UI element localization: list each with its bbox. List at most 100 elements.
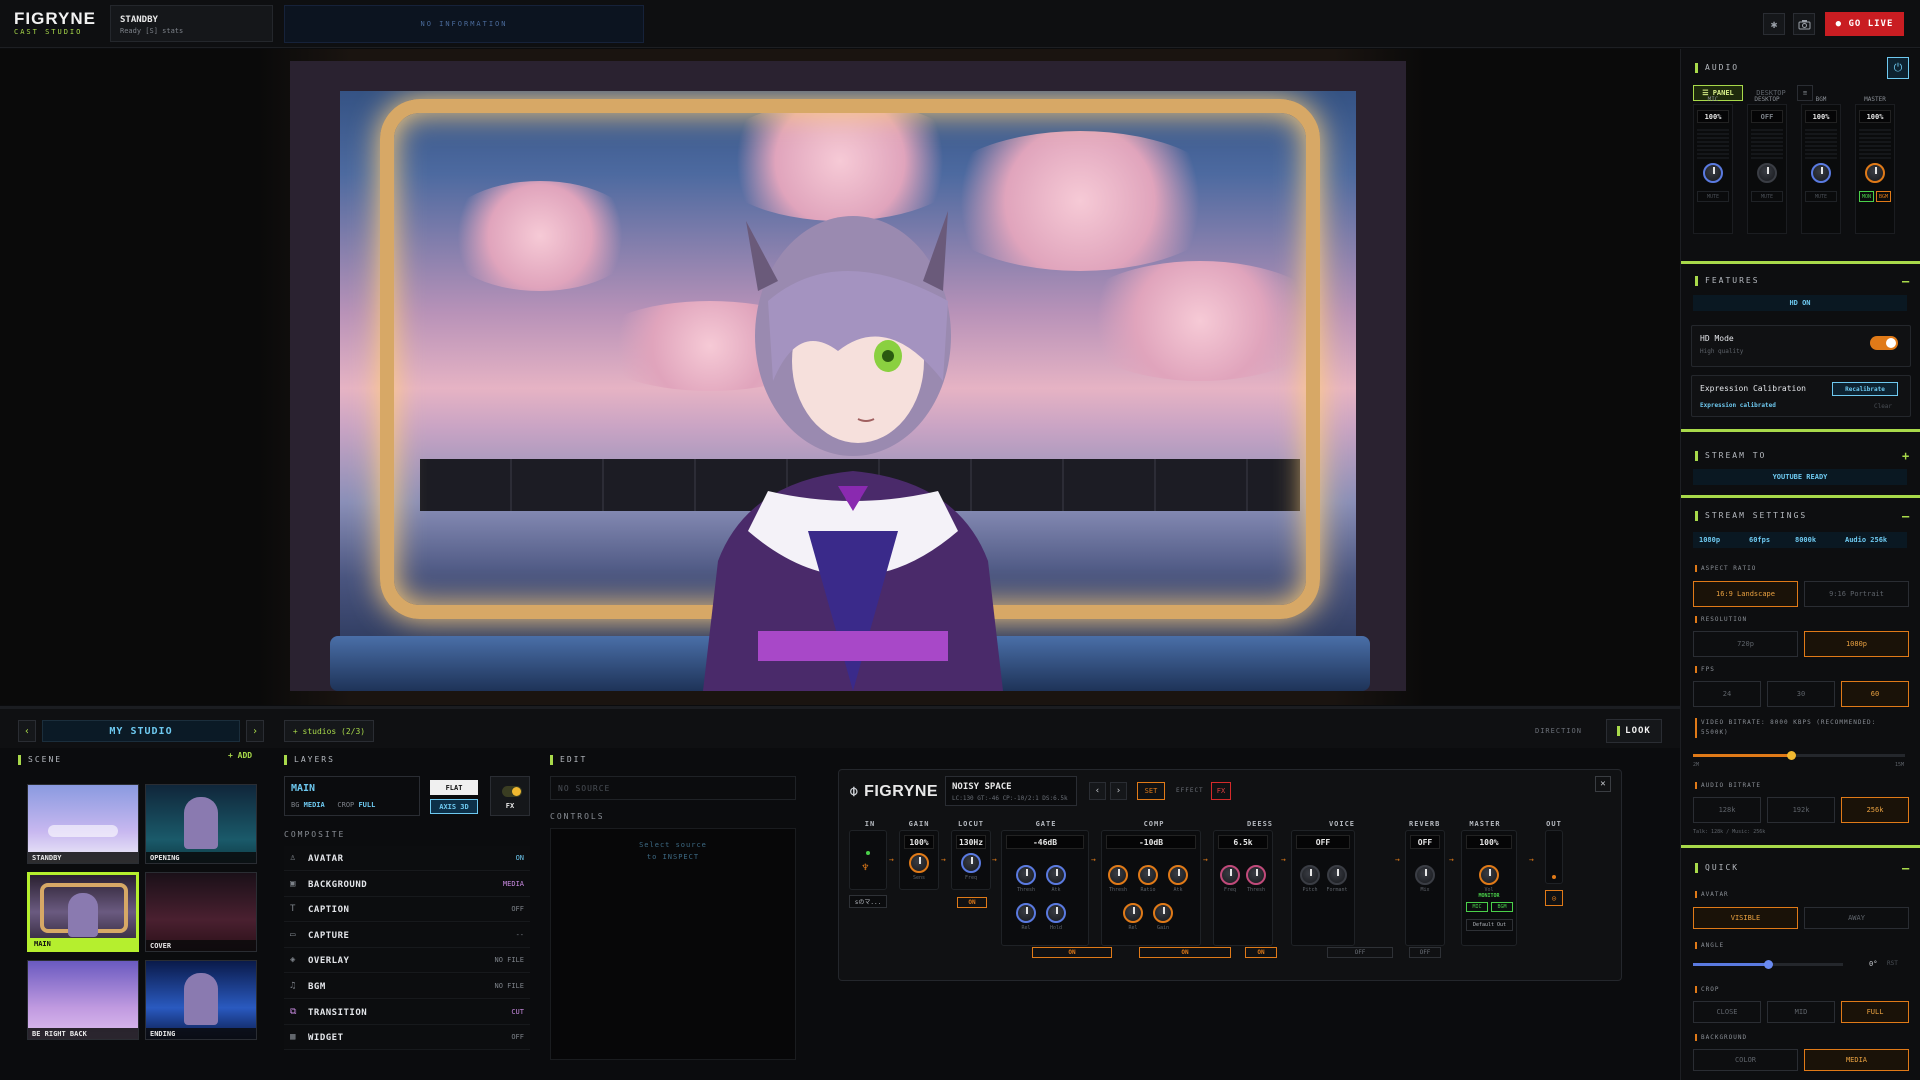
look-button[interactable]: LOOK: [1606, 719, 1662, 743]
fx-comp-value[interactable]: -10dB: [1106, 835, 1196, 849]
fx-voice-value[interactable]: OFF: [1296, 835, 1350, 849]
composite-row-overlay[interactable]: ◈ OVERLAY NO FILE: [284, 948, 530, 974]
composite-row-bgm[interactable]: ♫ BGM NO FILE: [284, 974, 530, 999]
resolution-720p-option[interactable]: 720p: [1693, 631, 1798, 657]
fx-toggle[interactable]: FX: [490, 776, 530, 816]
composite-row-transition[interactable]: ⧉ TRANSITION CUT: [284, 999, 530, 1025]
scene-card-opening[interactable]: OPENING: [145, 784, 257, 864]
fx-gate-value[interactable]: -46dB: [1006, 835, 1084, 849]
angle-reset-button[interactable]: RST: [1887, 960, 1898, 967]
mute-button[interactable]: MUTE: [1805, 191, 1837, 202]
fps-24-option[interactable]: 24: [1693, 681, 1761, 707]
mute-button[interactable]: MUTE: [1697, 191, 1729, 202]
fx-comp-rel-knob[interactable]: [1123, 903, 1143, 923]
audio-128k-option[interactable]: 128k: [1693, 797, 1761, 823]
resolution-1080p-option[interactable]: 1080p: [1804, 631, 1909, 657]
composite-row-avatar[interactable]: ♙ AVATAR ON: [284, 846, 530, 871]
fx-prev-preset-button[interactable]: ‹: [1089, 782, 1106, 800]
stream-destination-status[interactable]: YOUTUBE READY: [1693, 469, 1907, 485]
add-scene-button[interactable]: + ADD: [228, 751, 252, 760]
source-selector[interactable]: NO SOURCE: [550, 776, 796, 800]
scene-card-standby[interactable]: STANDBY: [27, 784, 139, 864]
fx-reverb-toggle[interactable]: OFF: [1409, 947, 1441, 958]
angle-slider-thumb[interactable]: [1764, 960, 1773, 969]
composite-row-background[interactable]: ▣ BACKGROUND MEDIA: [284, 871, 530, 897]
audio-256k-option[interactable]: 256k: [1841, 797, 1909, 823]
main-layer-card[interactable]: MAIN BG MEDIA CROP FULL: [284, 776, 420, 816]
fx-voice-formant-knob[interactable]: [1327, 865, 1347, 885]
fx-comp-gain-knob[interactable]: [1153, 903, 1173, 923]
fx-monitor-mic-button[interactable]: MIC: [1466, 902, 1488, 912]
background-color-option[interactable]: COLOR: [1693, 1049, 1798, 1071]
channel-volume[interactable]: 100%: [1859, 110, 1891, 123]
fx-gate-atk-knob[interactable]: [1046, 865, 1066, 885]
fx-output-device[interactable]: Default Out: [1466, 919, 1513, 931]
mute-button[interactable]: MUTE: [1751, 191, 1783, 202]
fx-master-vol-knob[interactable]: [1479, 865, 1499, 885]
avatar-visible-option[interactable]: VISIBLE: [1693, 907, 1798, 929]
fx-gate-hold-knob[interactable]: [1046, 903, 1066, 923]
fps-60-option[interactable]: 60: [1841, 681, 1909, 707]
fx-gain-value[interactable]: 100%: [904, 835, 934, 849]
bitrate-slider-thumb[interactable]: [1786, 751, 1796, 760]
next-studio-button[interactable]: ›: [246, 720, 264, 742]
fx-comp-thresh-knob[interactable]: [1108, 865, 1128, 885]
power-icon[interactable]: ⏻: [1887, 57, 1909, 79]
collapse-icon[interactable]: –: [1902, 862, 1909, 874]
current-scene-badge[interactable]: STANDBY Ready [S] stats: [110, 5, 273, 42]
recalibrate-button[interactable]: Recalibrate: [1832, 382, 1898, 396]
fx-out-settings-icon[interactable]: ⊙: [1545, 890, 1563, 906]
fx-monitor-bgm-button[interactable]: BGM: [1491, 902, 1513, 912]
composite-row-widget[interactable]: ▦ WIDGET OFF: [284, 1025, 530, 1051]
fx-gate-toggle[interactable]: ON: [1032, 947, 1112, 958]
stream-preview-canvas[interactable]: [290, 61, 1406, 691]
fx-comp-atk-knob[interactable]: [1168, 865, 1188, 885]
channel-volume[interactable]: OFF: [1751, 110, 1783, 123]
fx-gain-knob[interactable]: [909, 853, 929, 873]
scene-card-main[interactable]: MAIN: [27, 872, 139, 952]
studio-name[interactable]: MY STUDIO: [42, 720, 240, 742]
channel-volume-knob[interactable]: [1703, 163, 1723, 183]
fx-voice-toggle[interactable]: OFF: [1327, 947, 1393, 958]
crop-close-option[interactable]: CLOSE: [1693, 1001, 1761, 1023]
fx-locut-toggle[interactable]: ON: [957, 897, 987, 908]
collapse-icon[interactable]: –: [1902, 275, 1909, 287]
channel-volume-knob[interactable]: [1811, 163, 1831, 183]
fx-switch[interactable]: [502, 786, 522, 797]
scene-card-cover[interactable]: COVER: [145, 872, 257, 952]
crop-mid-option[interactable]: MID: [1767, 1001, 1835, 1023]
composite-row-capture[interactable]: ▭ CAPTURE --: [284, 922, 530, 948]
fx-locut-knob[interactable]: [961, 853, 981, 873]
fx-master-value[interactable]: 100%: [1466, 835, 1512, 849]
axis-3d-button[interactable]: AXIS 3D: [430, 799, 478, 814]
prev-studio-button[interactable]: ‹: [18, 720, 36, 742]
background-media-option[interactable]: MEDIA: [1804, 1049, 1909, 1071]
fx-gate-thresh-knob[interactable]: [1016, 865, 1036, 885]
channel-volume[interactable]: 100%: [1697, 110, 1729, 123]
channel-volume[interactable]: 100%: [1805, 110, 1837, 123]
aspect-16-9-option[interactable]: 16:9 Landscape: [1693, 581, 1798, 607]
master-bgm-button[interactable]: BGM: [1876, 191, 1891, 202]
fx-deess-freq-knob[interactable]: [1220, 865, 1240, 885]
angle-slider-track[interactable]: [1693, 960, 1843, 969]
channel-volume-knob[interactable]: [1865, 163, 1885, 183]
studios-button[interactable]: + studios (2/3): [284, 720, 374, 742]
fx-gate-rel-knob[interactable]: [1016, 903, 1036, 923]
fx-deess-value[interactable]: 6.5k: [1218, 835, 1268, 849]
fx-voice-pitch-knob[interactable]: [1300, 865, 1320, 885]
brightness-icon[interactable]: ✱: [1763, 13, 1785, 35]
bitrate-slider-track[interactable]: [1693, 751, 1905, 760]
fx-deess-toggle[interactable]: ON: [1245, 947, 1277, 958]
go-live-button[interactable]: ● GO LIVE: [1825, 12, 1904, 36]
avatar-away-option[interactable]: AWAY: [1804, 907, 1909, 929]
expand-icon[interactable]: +: [1902, 450, 1909, 462]
hd-mode-toggle[interactable]: [1870, 336, 1898, 350]
fx-comp-toggle[interactable]: ON: [1139, 947, 1231, 958]
aspect-9-16-option[interactable]: 9:16 Portrait: [1804, 581, 1909, 607]
fx-in-source[interactable]: sのマ...: [849, 895, 887, 908]
flat-mode-button[interactable]: FLAT: [430, 780, 478, 795]
fx-next-preset-button[interactable]: ›: [1110, 782, 1127, 800]
fx-deess-thresh-knob[interactable]: [1246, 865, 1266, 885]
fx-close-icon[interactable]: ✕: [1595, 776, 1611, 792]
fps-30-option[interactable]: 30: [1767, 681, 1835, 707]
